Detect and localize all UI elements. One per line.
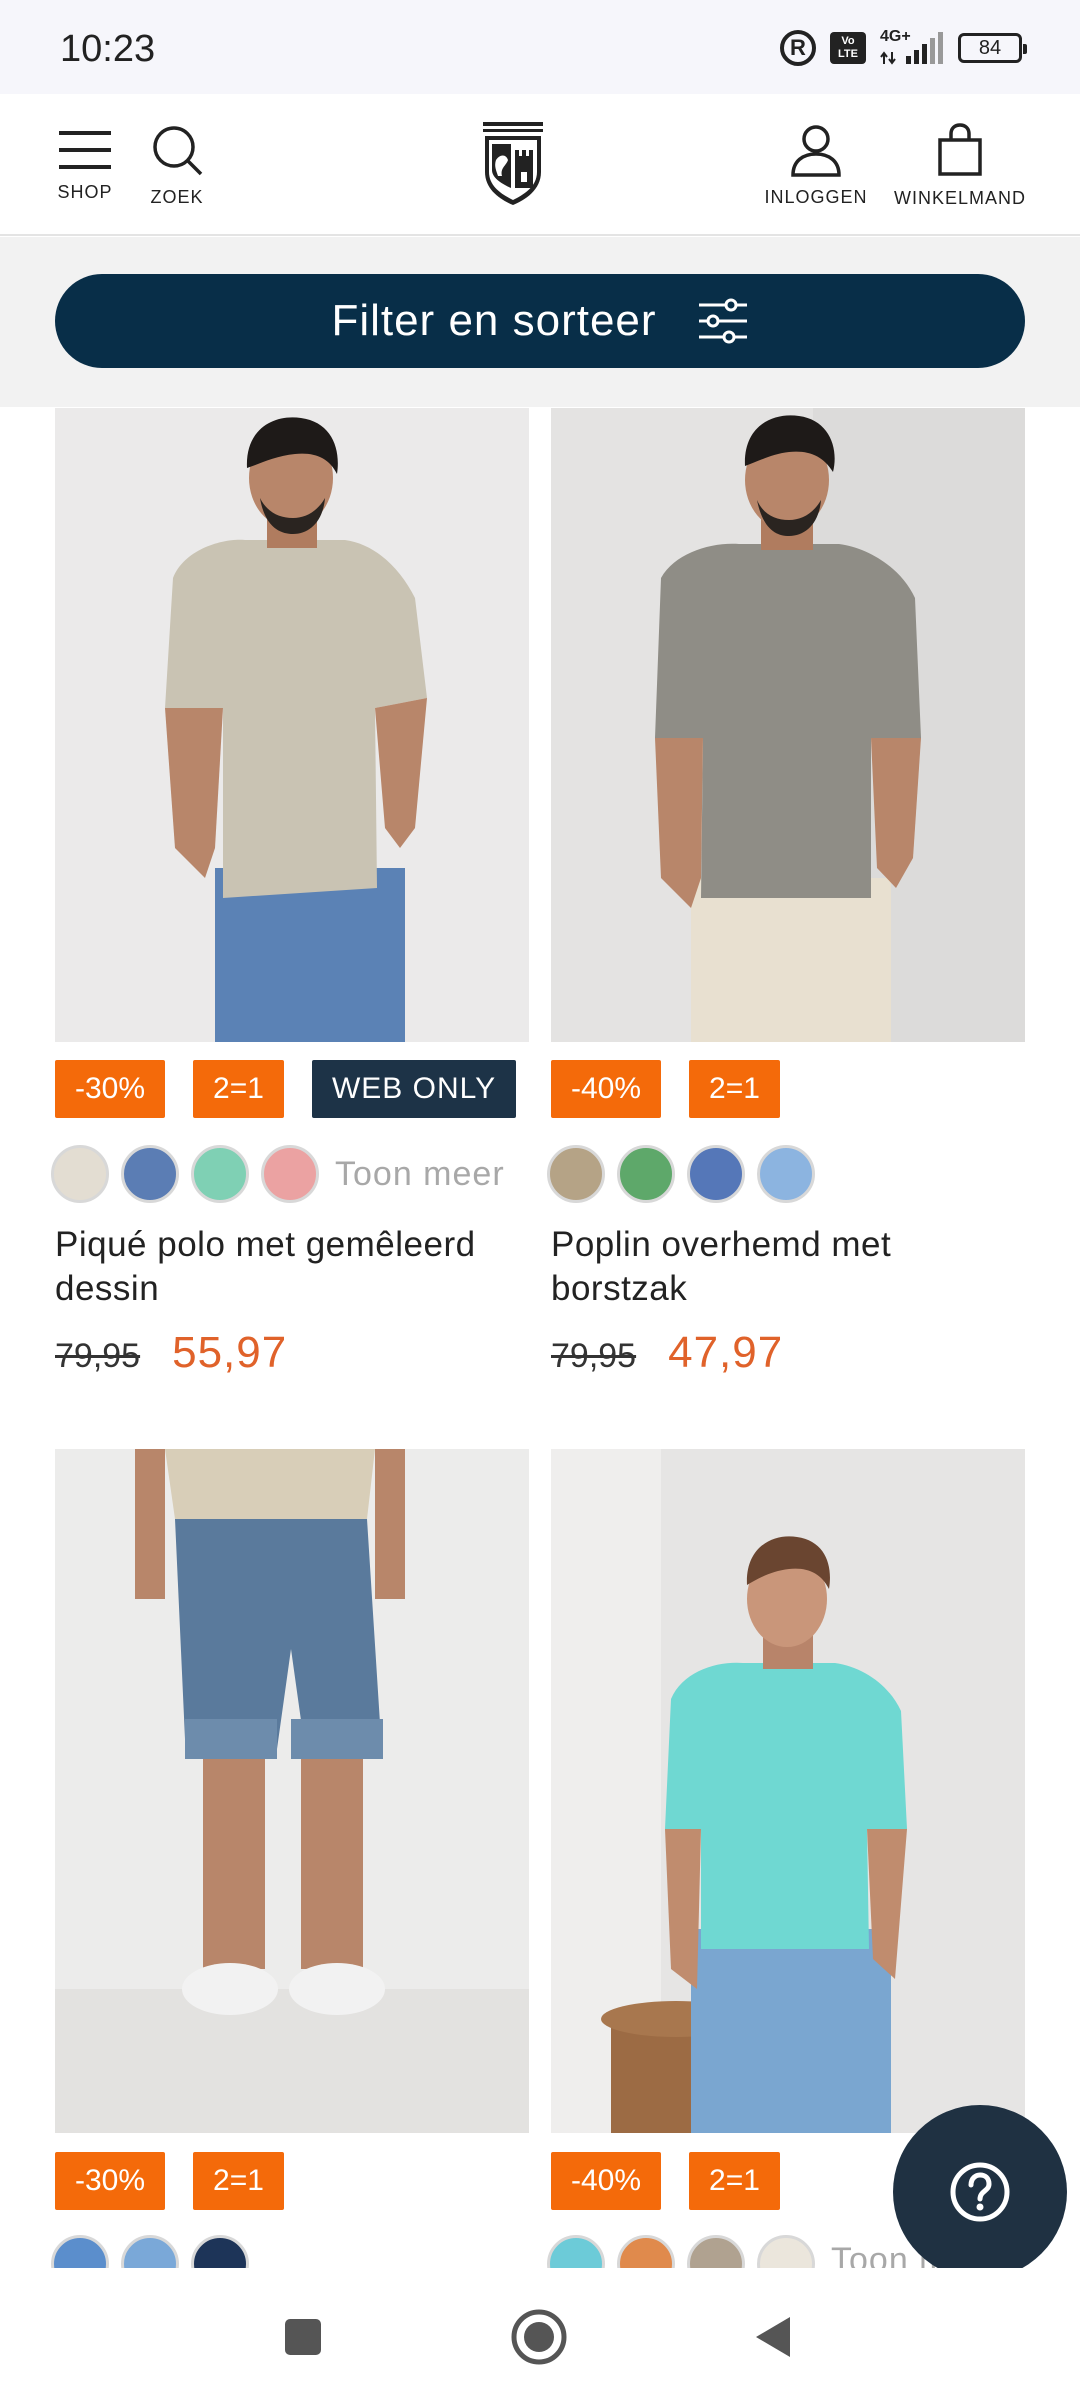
filter-bar: Filter en sorteer — [0, 237, 1080, 407]
system-navigation-bar — [0, 2268, 1080, 2400]
product-name[interactable]: Poplin overhemd met borstzak — [551, 1223, 1025, 1311]
product-image[interactable] — [551, 1449, 1025, 2133]
promo-badge: 2=1 — [689, 1060, 780, 1118]
volte-icon: Vo LTE — [830, 32, 866, 64]
discount-badge: -40% — [551, 2152, 662, 2210]
shopping-bag-icon — [938, 122, 982, 176]
question-mark-icon — [950, 2162, 1010, 2222]
color-swatch[interactable] — [121, 1145, 179, 1203]
color-swatch[interactable] — [687, 2235, 745, 2271]
back-icon[interactable] — [752, 2314, 794, 2360]
discount-badge: -30% — [55, 1060, 166, 1118]
product-image[interactable] — [551, 408, 1025, 1042]
search-button[interactable]: ZOEK — [142, 94, 212, 236]
home-icon[interactable] — [510, 2308, 568, 2366]
color-swatch[interactable] — [617, 1145, 675, 1203]
cart-label: WINKELMAND — [893, 187, 1026, 208]
search-label: ZOEK — [150, 186, 204, 207]
product-image[interactable] — [55, 408, 529, 1042]
web-only-badge: WEB ONLY — [311, 1060, 517, 1118]
color-swatch[interactable] — [617, 2235, 675, 2271]
product-badges: -40% 2=1 — [551, 1060, 780, 1118]
color-swatch[interactable] — [687, 1145, 745, 1203]
help-button[interactable] — [893, 2105, 1067, 2279]
promo-badge: 2=1 — [193, 2152, 284, 2210]
color-swatch[interactable] — [547, 2235, 605, 2271]
product-prices: 79,95 55,97 — [55, 1328, 287, 1378]
login-label: INLOGGEN — [764, 186, 868, 207]
product-badges: -40% 2=1 — [551, 2152, 780, 2210]
sliders-icon — [698, 298, 747, 344]
shop-label: SHOP — [57, 181, 113, 202]
status-time: 10:23 — [60, 28, 156, 70]
shop-menu-button[interactable]: SHOP — [48, 94, 122, 236]
network-type-label: 4G+ — [880, 28, 911, 45]
search-icon — [153, 125, 203, 175]
discount-badge: -40% — [551, 1060, 662, 1118]
cart-button[interactable]: WINKELMAND — [892, 94, 1028, 236]
color-swatch[interactable] — [547, 1145, 605, 1203]
color-swatch[interactable] — [191, 1145, 249, 1203]
product-prices: 79,95 47,97 — [551, 1328, 783, 1378]
signal-icon: 4G+ — [880, 28, 944, 66]
color-swatches — [51, 2235, 249, 2271]
hamburger-menu-icon — [59, 130, 111, 169]
filter-sort-label: Filter en sorteer — [331, 296, 657, 345]
status-icons: R Vo LTE 4G+ 84 — [780, 28, 1027, 66]
color-swatch[interactable] — [261, 1145, 319, 1203]
promo-badge: 2=1 — [689, 2152, 780, 2210]
user-icon — [791, 124, 841, 177]
site-header: SHOP ZOEK INLOGGEN WINKELMAND — [0, 94, 1080, 236]
color-swatch[interactable] — [757, 1145, 815, 1203]
color-swatches: Toon meer — [51, 1145, 505, 1203]
brand-logo-shield-icon[interactable] — [480, 120, 546, 206]
color-swatch[interactable] — [51, 2235, 109, 2271]
registered-icon: R — [780, 30, 816, 66]
color-swatch[interactable] — [121, 2235, 179, 2271]
original-price: 79,95 — [55, 1337, 141, 1375]
product-badges: -30% 2=1 WEB ONLY — [55, 1060, 517, 1118]
color-swatch[interactable] — [51, 1145, 109, 1203]
promo-badge: 2=1 — [193, 1060, 284, 1118]
color-swatch[interactable] — [757, 2235, 815, 2271]
battery-icon: 84 — [958, 33, 1027, 63]
color-swatches — [547, 1145, 815, 1203]
recent-apps-icon[interactable] — [283, 2317, 323, 2357]
product-image[interactable] — [55, 1449, 529, 2133]
sale-price: 55,97 — [172, 1328, 288, 1377]
product-badges: -30% 2=1 — [55, 2152, 284, 2210]
show-more-colors-link[interactable]: Toon meer — [335, 1155, 505, 1194]
original-price: 79,95 — [551, 1337, 637, 1375]
status-bar: 10:23 R Vo LTE 4G+ 84 — [0, 0, 1080, 94]
color-swatch[interactable] — [191, 2235, 249, 2271]
sale-price: 47,97 — [668, 1328, 784, 1377]
product-name[interactable]: Piqué polo met gemêleerd dessin — [55, 1223, 529, 1311]
login-button[interactable]: INLOGGEN — [764, 94, 868, 236]
discount-badge: -30% — [55, 2152, 166, 2210]
battery-level: 84 — [978, 36, 1002, 59]
filter-sort-button[interactable]: Filter en sorteer — [55, 274, 1025, 368]
